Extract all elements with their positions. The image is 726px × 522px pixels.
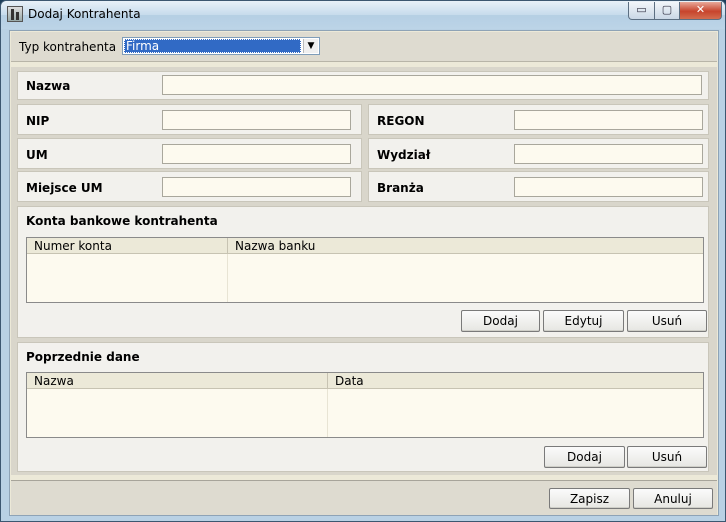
column-divider bbox=[327, 389, 328, 437]
chevron-down-icon[interactable]: ▼ bbox=[303, 39, 318, 53]
table-header: Nazwa Data bbox=[27, 373, 703, 389]
close-icon: ✕ bbox=[695, 3, 706, 16]
table-header: Numer konta Nazwa banku bbox=[27, 238, 703, 254]
field-row-nip: NIP bbox=[17, 104, 362, 135]
wydzial-input[interactable] bbox=[514, 144, 703, 164]
contractor-type-bar: Typ kontrahenta Firma ▼ bbox=[11, 32, 717, 62]
nazwa-input[interactable] bbox=[162, 75, 702, 95]
contractor-type-label: Typ kontrahenta bbox=[19, 40, 117, 54]
field-row-um: UM bbox=[17, 138, 362, 169]
column-header-data[interactable]: Data bbox=[328, 373, 705, 389]
miejsce-um-input[interactable] bbox=[162, 177, 351, 197]
column-header-nazwa[interactable]: Nazwa bbox=[27, 373, 328, 389]
field-row-wydzial: Wydział bbox=[368, 138, 709, 169]
dialog-client-area: Typ kontrahenta Firma ▼ Nazwa NIP REGON bbox=[9, 30, 719, 516]
edit-bank-account-button[interactable]: Edytuj bbox=[543, 310, 624, 332]
bank-accounts-section: Konta bankowe kontrahenta Numer konta Na… bbox=[17, 206, 709, 338]
save-button[interactable]: Zapisz bbox=[549, 488, 630, 509]
field-row-nazwa: Nazwa bbox=[17, 71, 709, 100]
um-label: UM bbox=[26, 148, 48, 162]
contractor-type-value: Firma bbox=[124, 39, 301, 53]
app-icon bbox=[7, 6, 23, 22]
previous-data-section: Poprzednie dane Nazwa Data Dodaj Usuń bbox=[17, 342, 709, 472]
minimize-icon: ▭ bbox=[636, 3, 647, 16]
add-previous-data-button[interactable]: Dodaj bbox=[544, 446, 625, 468]
regon-input[interactable] bbox=[514, 110, 703, 130]
column-divider bbox=[227, 254, 228, 302]
maximize-icon: ▢ bbox=[661, 3, 673, 16]
regon-label: REGON bbox=[377, 114, 425, 128]
delete-bank-account-button[interactable]: Usuń bbox=[627, 310, 707, 332]
window-title: Dodaj Kontrahenta bbox=[28, 7, 141, 21]
cancel-button[interactable]: Anuluj bbox=[633, 488, 713, 509]
field-row-branza: Branża bbox=[368, 171, 709, 202]
dialog-window: Dodaj Kontrahenta ▭ ▢ ✕ Typ kontrahenta … bbox=[0, 0, 726, 522]
close-button[interactable]: ✕ bbox=[679, 2, 722, 20]
previous-data-title: Poprzednie dane bbox=[26, 350, 140, 364]
nazwa-label: Nazwa bbox=[26, 79, 71, 93]
minimize-button[interactable]: ▭ bbox=[628, 2, 655, 20]
field-row-regon: REGON bbox=[368, 104, 709, 135]
title-bar[interactable]: Dodaj Kontrahenta ▭ ▢ ✕ bbox=[1, 1, 725, 29]
miejsce-um-label: Miejsce UM bbox=[26, 181, 103, 195]
bank-accounts-title: Konta bankowe kontrahenta bbox=[26, 214, 218, 228]
nip-input[interactable] bbox=[162, 110, 351, 130]
previous-data-table[interactable]: Nazwa Data bbox=[26, 372, 704, 438]
delete-previous-data-button[interactable]: Usuń bbox=[627, 446, 707, 468]
dialog-footer: Zapisz Anuluj bbox=[11, 480, 717, 515]
main-panel: Nazwa NIP REGON UM Wydział Miejsce UM Br… bbox=[11, 67, 717, 475]
column-header-numer-konta[interactable]: Numer konta bbox=[27, 238, 228, 254]
maximize-button[interactable]: ▢ bbox=[654, 2, 680, 20]
branza-label: Branża bbox=[377, 181, 424, 195]
field-row-miejsce-um: Miejsce UM bbox=[17, 171, 362, 202]
branza-input[interactable] bbox=[514, 177, 703, 197]
bank-accounts-table[interactable]: Numer konta Nazwa banku bbox=[26, 237, 704, 303]
add-bank-account-button[interactable]: Dodaj bbox=[461, 310, 540, 332]
nip-label: NIP bbox=[26, 114, 50, 128]
column-header-nazwa-banku[interactable]: Nazwa banku bbox=[228, 238, 705, 254]
um-input[interactable] bbox=[162, 144, 351, 164]
contractor-type-select[interactable]: Firma ▼ bbox=[122, 37, 320, 55]
wydzial-label: Wydział bbox=[377, 148, 431, 162]
